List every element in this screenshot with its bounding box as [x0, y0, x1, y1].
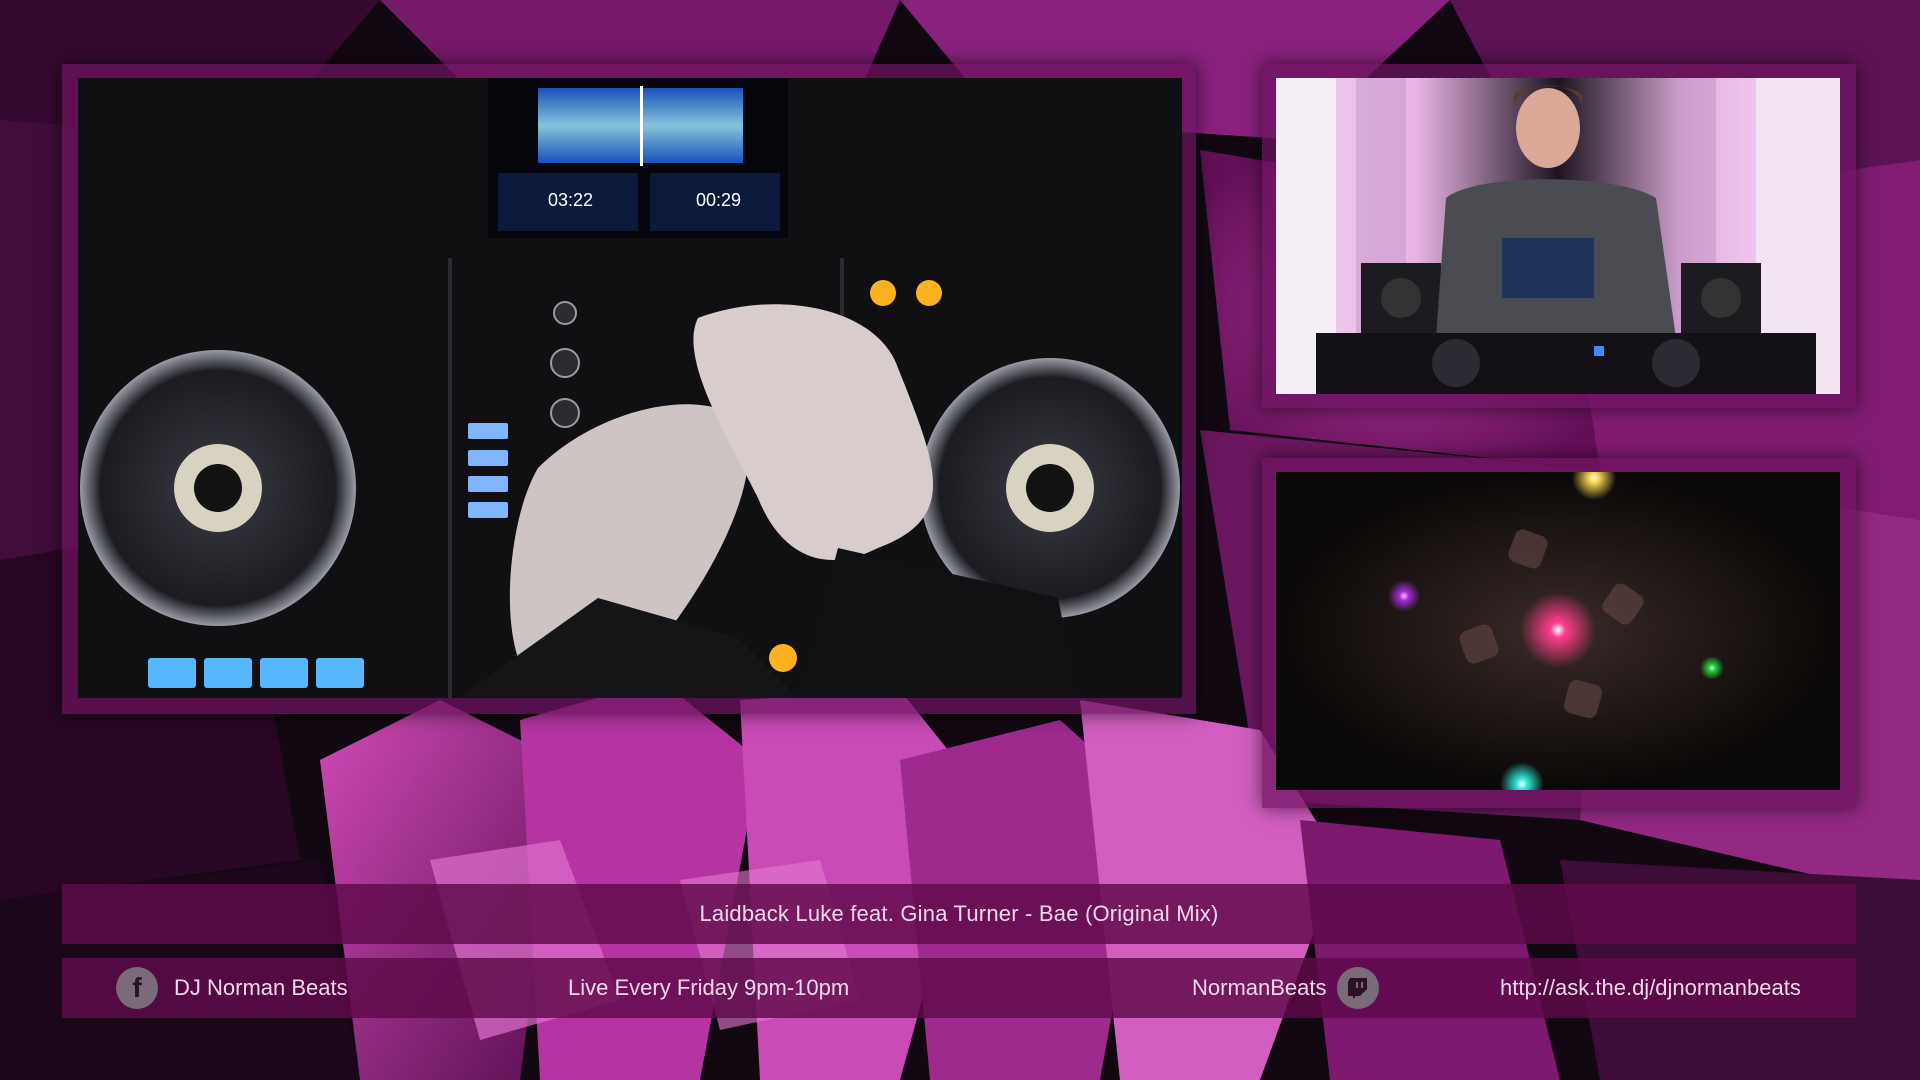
info-bar: f DJ Norman Beats Live Every Friday 9pm-… — [62, 958, 1856, 1018]
left-deck-time: 03:22 — [548, 190, 593, 210]
deck-camera-feed: 03:22 00:29 — [78, 78, 1182, 698]
twitch-name: NormanBeats — [1192, 975, 1327, 1000]
schedule-text: Live Every Friday 9pm-10pm — [568, 975, 850, 1000]
facebook-icon: f — [116, 967, 158, 1009]
twitch-group: NormanBeats — [1192, 958, 1379, 1018]
webcam-feed — [1276, 78, 1840, 394]
facebook-group: f DJ Norman Beats — [116, 958, 348, 1018]
audio-visualizer — [1276, 472, 1840, 790]
facebook-name: DJ Norman Beats — [174, 975, 348, 1000]
now-playing-title: Laidback Luke feat. Gina Turner - Bae (O… — [699, 901, 1219, 926]
ask-dj-link[interactable]: http://ask.the.dj/djnormanbeats — [1500, 958, 1801, 1018]
twitch-icon — [1336, 967, 1379, 1009]
now-playing-bar: Laidback Luke feat. Gina Turner - Bae (O… — [62, 884, 1856, 944]
right-deck-time: 00:29 — [696, 190, 741, 210]
